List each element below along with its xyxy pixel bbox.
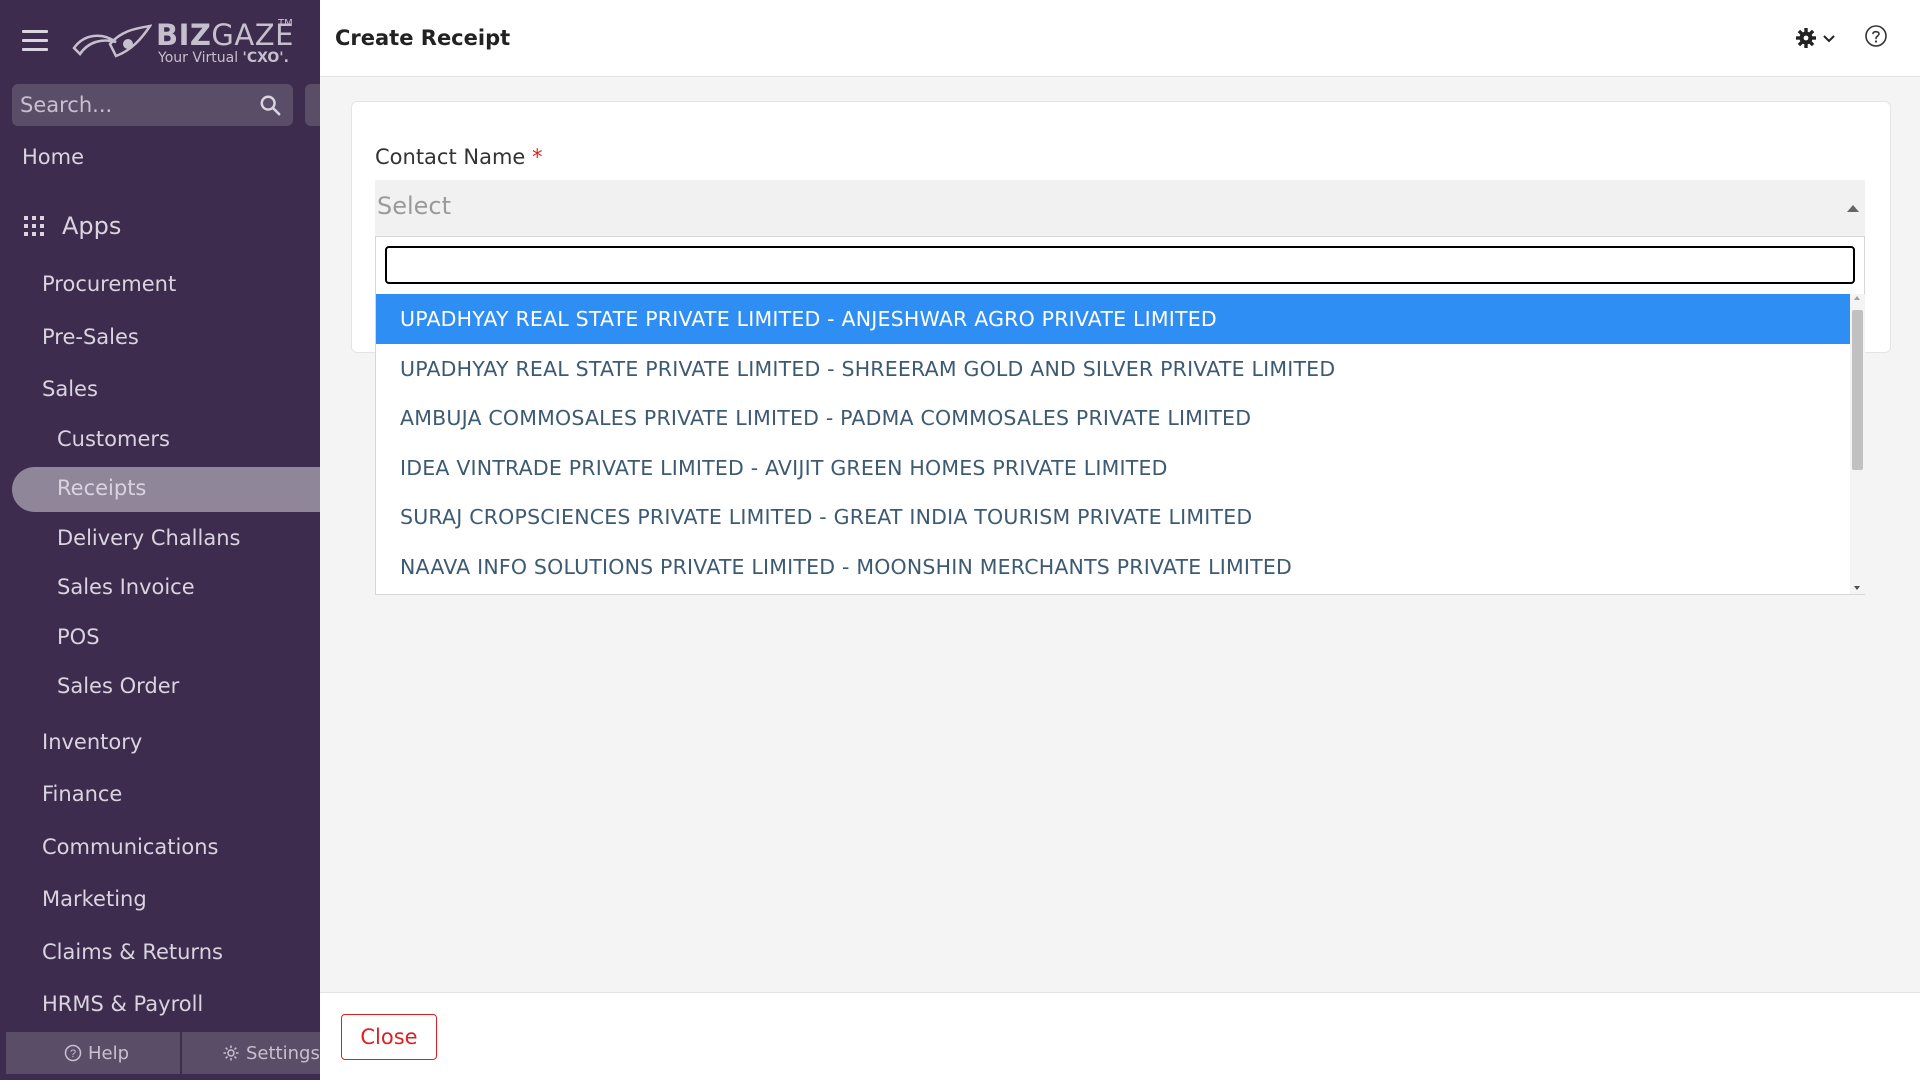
sidebar-item-sales-order[interactable]: Sales Order [57,674,179,698]
logo-tagline: Your Virtual 'CXO'. [158,50,289,66]
settings-label: Settings [246,1042,320,1064]
scroll-down-arrow-icon[interactable] [1854,586,1860,590]
settings-button[interactable]: Settings [222,1032,320,1074]
select-placeholder: Select [377,192,452,220]
logo-wordmark: BIZGAZE [156,18,294,52]
sidebar-item-inventory[interactable]: Inventory [42,730,142,754]
sidebar-item-hrms-payroll[interactable]: HRMS & Payroll [42,992,203,1016]
caret-up-icon [1847,205,1859,212]
sidebar-item-marketing[interactable]: Marketing [42,887,147,911]
sidebar-item-procurement[interactable]: Procurement [42,272,176,296]
scroll-up-arrow-icon[interactable] [1854,296,1860,300]
close-button[interactable]: Close [341,1014,437,1060]
footer-divider [180,1032,182,1074]
help-button[interactable]: ? Help [64,1032,129,1074]
sidebar-item-home[interactable]: Home [22,145,84,169]
svg-text:?: ? [70,1048,76,1060]
sidebar-item-pos[interactable]: POS [57,625,100,649]
chevron-down-icon [1823,35,1835,43]
dropdown-option[interactable]: AMBUJA COMMOSALES PRIVATE LIMITED - PADM… [376,393,1850,443]
search-icon[interactable] [259,94,281,116]
sidebar-item-sales[interactable]: Sales [42,377,98,401]
required-marker: * [532,145,543,169]
app-logo[interactable]: BIZGAZE TM Your Virtual 'CXO'. [72,16,294,70]
sidebar-item-finance[interactable]: Finance [42,782,122,806]
sidebar-item-sales-invoice[interactable]: Sales Invoice [57,575,195,599]
scrollbar-thumb[interactable] [1852,310,1863,470]
dropdown-option[interactable]: NAAVA INFO SOLUTIONS PRIVATE LIMITED - M… [376,542,1850,592]
dropdown-scrollbar[interactable] [1850,294,1865,594]
sidebar-item-delivery-challans[interactable]: Delivery Challans [57,526,240,550]
hamburger-icon[interactable] [22,30,48,52]
sidebar-search [12,84,293,126]
search-side-button[interactable] [305,84,320,126]
help-icon: ? [64,1044,82,1062]
settings-gear-icon [223,1045,239,1061]
dropdown-option[interactable]: IDEA VINTRADE PRIVATE LIMITED - AVIJIT G… [376,443,1850,493]
gear-icon [1796,28,1835,48]
dropdown-search-input[interactable] [385,246,1855,284]
contact-name-label: Contact Name * [375,145,543,169]
sidebar-item-claims-returns[interactable]: Claims & Returns [42,940,223,964]
dropdown-option[interactable]: UPADHYAY REAL STATE PRIVATE LIMITED - AN… [376,294,1850,344]
dropdown-option[interactable]: UPADHYAY REAL STATE PRIVATE LIMITED - SH… [376,344,1850,394]
logo-trademark: TM [278,18,293,29]
sidebar-item-communications[interactable]: Communications [42,835,218,859]
help-circle-icon[interactable] [1864,24,1888,48]
apps-grid-icon [24,216,44,236]
form-footer: Close [320,992,1920,1080]
contact-dropdown: UPADHYAY REAL STATE PRIVATE LIMITED - AN… [375,236,1865,595]
apps-label: Apps [62,212,122,240]
logo-mark-icon [72,24,152,58]
sidebar-item-receipts[interactable]: Receipts [57,476,146,500]
sidebar-search-input[interactable] [20,84,250,126]
sidebar-footer: ? Help Settings [6,1032,320,1074]
page-title: Create Receipt [335,26,511,50]
header-bar: Create Receipt [320,0,1920,77]
contact-name-select[interactable]: Select [375,180,1865,236]
dropdown-options-list: UPADHYAY REAL STATE PRIVATE LIMITED - AN… [376,294,1850,594]
sidebar-item-customers[interactable]: Customers [57,427,170,451]
help-label: Help [88,1042,130,1064]
dropdown-option[interactable]: SURAJ CROPSCIENCES PRIVATE LIMITED - GRE… [376,492,1850,542]
page-settings-button[interactable] [1796,26,1842,50]
sidebar-item-pre-sales[interactable]: Pre-Sales [42,325,139,349]
sidebar: BIZGAZE TM Your Virtual 'CXO'. Home Apps… [0,0,332,1080]
